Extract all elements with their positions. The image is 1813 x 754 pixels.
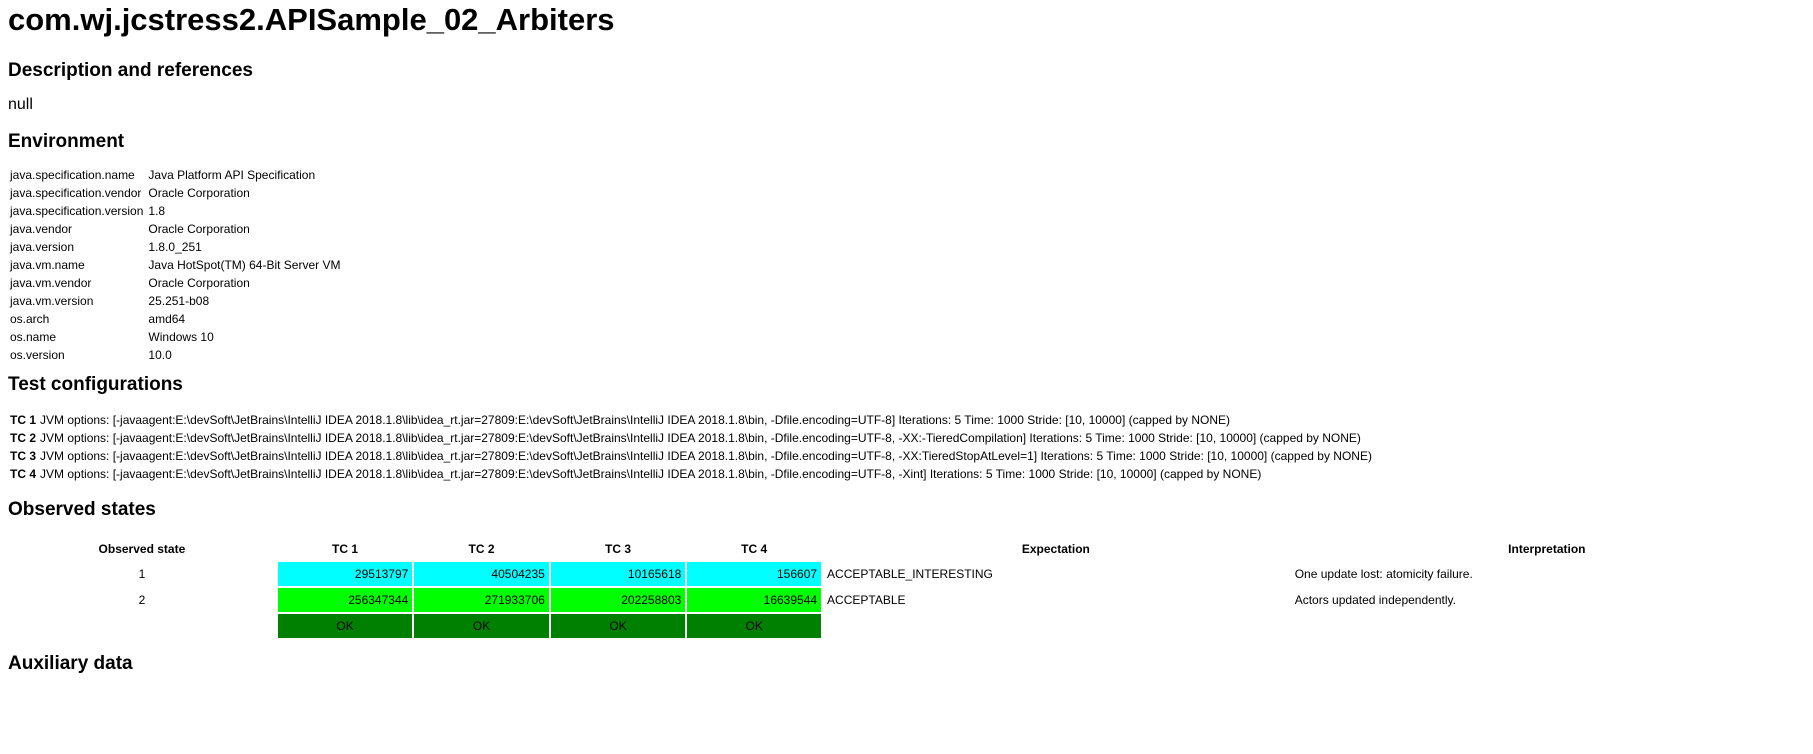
env-value: 1.8 <box>148 204 166 218</box>
tc-options: JVM options: [-javaagent:E:\devSoft\JetB… <box>40 431 1361 445</box>
test-configurations-table: TC 1 JVM options: [-javaagent:E:\devSoft\… <box>8 411 1374 483</box>
env-row: os.version 10.0 <box>8 346 342 364</box>
tc-name: TC 1 <box>10 413 37 427</box>
env-row: os.name Windows 10 <box>8 328 342 346</box>
env-key: java.vendor <box>10 222 73 236</box>
tc-row: TC 1 JVM options: [-javaagent:E:\devSoft\… <box>8 411 1374 429</box>
env-key: java.specification.name <box>10 168 135 182</box>
description-heading: Description and references <box>8 60 253 81</box>
env-value: Oracle Corporation <box>148 276 250 290</box>
env-value: Windows 10 <box>148 330 214 344</box>
env-value: Java Platform API Specification <box>148 168 316 182</box>
tc1-status: OK <box>277 614 413 638</box>
tc3-count: 202258803 <box>550 588 686 612</box>
env-key: java.vm.version <box>10 294 94 308</box>
env-value: 10.0 <box>148 348 172 362</box>
env-row: java.specification.vendor Oracle Corporat… <box>8 184 342 202</box>
test-configurations-heading: Test configurations <box>8 374 183 395</box>
report-page: com.wj.jcstress2.APISample_02_Arbiters D… <box>0 0 1813 676</box>
env-value: 25.251-b08 <box>148 294 210 308</box>
expectation-value: ACCEPTABLE_INTERESTING <box>827 567 993 581</box>
env-value: Java HotSpot(TM) 64-Bit Server VM <box>148 258 341 272</box>
tc-name: TC 3 <box>10 449 37 463</box>
header-interpretation: Interpretation <box>1508 542 1586 556</box>
status-row: OK OK OK OK <box>8 614 1803 638</box>
table-row: 2 256347344 271933706 202258803 16639544… <box>8 588 1803 612</box>
env-row: java.specification.name Java Platform API… <box>8 166 342 184</box>
env-row: os.arch amd64 <box>8 310 342 328</box>
tc-name: TC 4 <box>10 467 37 481</box>
tc1-count: 256347344 <box>277 588 413 612</box>
env-value: Oracle Corporation <box>148 186 250 200</box>
header-tc1: TC 1 <box>332 542 359 556</box>
env-value: amd64 <box>148 312 186 326</box>
env-key: os.version <box>10 348 65 362</box>
tc-row: TC 4 JVM options: [-javaagent:E:\devSoft\… <box>8 465 1374 483</box>
observed-header-row: Observed state TC 1 TC 2 TC 3 TC 4 Expec… <box>8 538 1803 560</box>
env-row: java.version 1.8.0_251 <box>8 238 342 256</box>
observed-states-table: Observed state TC 1 TC 2 TC 3 TC 4 Expec… <box>6 536 1805 640</box>
env-key: os.arch <box>10 312 50 326</box>
header-expectation: Expectation <box>1021 542 1090 556</box>
table-row: 1 29513797 40504235 10165618 156607 ACCE… <box>8 562 1803 586</box>
env-key: java.specification.vendor <box>10 186 142 200</box>
env-row: java.specification.version 1.8 <box>8 202 342 220</box>
auxiliary-data-heading: Auxiliary data <box>8 653 133 674</box>
tc2-count: 271933706 <box>414 588 549 612</box>
status-spacer <box>1291 614 1803 638</box>
env-key: java.version <box>10 240 75 254</box>
tc1-count: 29513797 <box>277 562 413 586</box>
env-key: java.specification.version <box>10 204 144 218</box>
observed-states-heading: Observed states <box>8 499 156 520</box>
interpretation-value: One update lost: atomicity failure. <box>1294 567 1473 581</box>
observed-state-value: 1 <box>138 567 146 581</box>
env-value: 1.8.0_251 <box>148 240 202 254</box>
tc4-count: 156607 <box>687 562 822 586</box>
tc2-status: OK <box>414 614 549 638</box>
header-tc2: TC 2 <box>468 542 495 556</box>
header-tc4: TC 4 <box>741 542 768 556</box>
tc3-count: 10165618 <box>550 562 686 586</box>
tc-row: TC 3 JVM options: [-javaagent:E:\devSoft\… <box>8 447 1374 465</box>
tc4-count: 16639544 <box>687 588 822 612</box>
tc3-status: OK <box>550 614 686 638</box>
env-key: java.vm.name <box>10 258 85 272</box>
tc-name: TC 2 <box>10 431 37 445</box>
environment-heading: Environment <box>8 131 125 152</box>
status-spacer <box>8 614 276 638</box>
env-row: java.vm.name Java HotSpot(TM) 64-Bit Serv… <box>8 256 342 274</box>
expectation-value: ACCEPTABLE <box>827 593 906 607</box>
description-text: null <box>8 96 33 113</box>
env-row: java.vm.vendor Oracle Corporation <box>8 274 342 292</box>
header-tc3: TC 3 <box>605 542 632 556</box>
env-value: Oracle Corporation <box>148 222 250 236</box>
tc-options: JVM options: [-javaagent:E:\devSoft\JetB… <box>40 413 1230 427</box>
tc-row: TC 2 JVM options: [-javaagent:E:\devSoft\… <box>8 429 1374 447</box>
tc4-status: OK <box>687 614 822 638</box>
status-spacer <box>823 614 1289 638</box>
env-row: java.vm.version 25.251-b08 <box>8 292 342 310</box>
tc2-count: 40504235 <box>414 562 549 586</box>
header-observed-state: Observed state <box>98 542 186 556</box>
tc-options: JVM options: [-javaagent:E:\devSoft\JetB… <box>40 449 1372 463</box>
environment-table: java.specification.name Java Platform API… <box>8 166 342 364</box>
interpretation-value: Actors updated independently. <box>1294 593 1456 607</box>
observed-state-value: 2 <box>138 593 146 607</box>
env-key: os.name <box>10 330 57 344</box>
tc-options: JVM options: [-javaagent:E:\devSoft\JetB… <box>40 467 1262 481</box>
page-title: com.wj.jcstress2.APISample_02_Arbiters <box>8 2 615 37</box>
env-key: java.vm.vendor <box>10 276 92 290</box>
env-row: java.vendor Oracle Corporation <box>8 220 342 238</box>
